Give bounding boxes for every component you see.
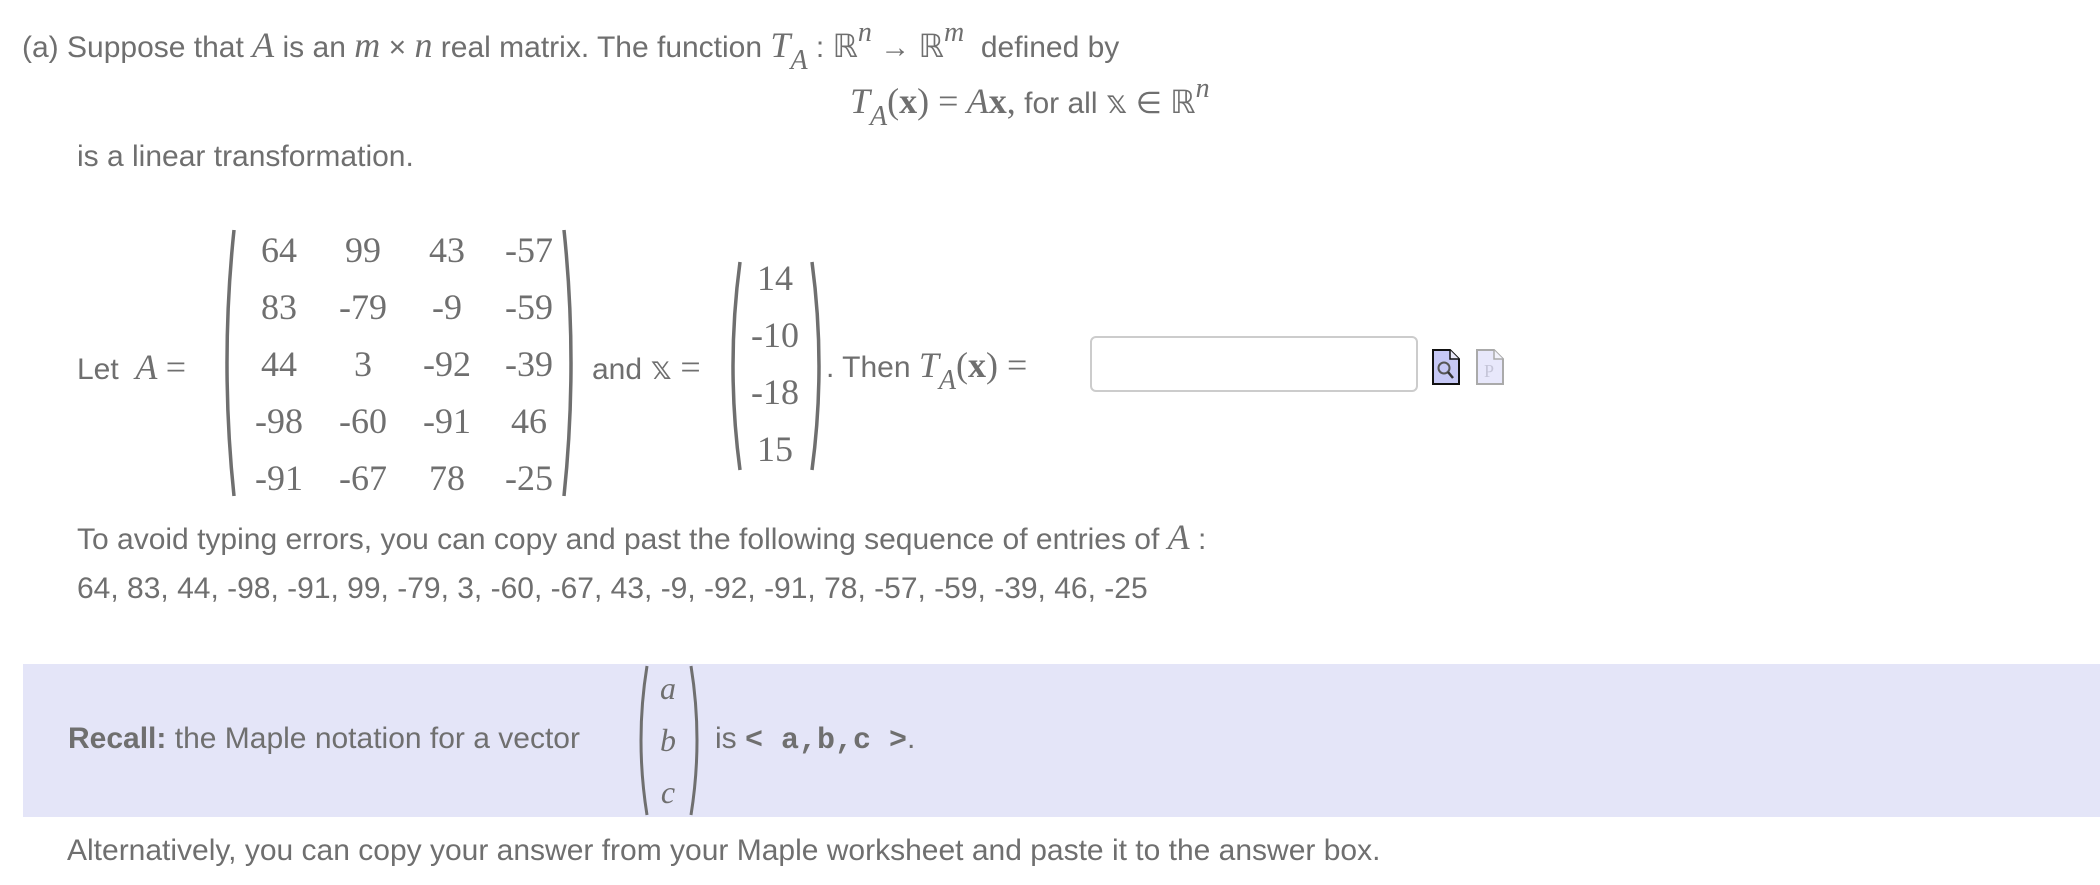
math-T: TA bbox=[770, 25, 808, 76]
intro-line: (a) Suppose that A is an m × n real matr… bbox=[22, 17, 1120, 76]
matrix-a-cell: -91 bbox=[423, 401, 471, 441]
definition-line: TA(x) = Ax, for all 𝕩 ∈ ℝn bbox=[850, 73, 1210, 132]
vector-x-right-paren bbox=[810, 261, 821, 471]
matrix-a-cell: -91 bbox=[255, 458, 303, 498]
matrix-a-cell: -79 bbox=[339, 287, 387, 327]
vector-x-cell: -18 bbox=[751, 372, 799, 412]
answer-input[interactable] bbox=[1090, 336, 1418, 392]
matrix-a-cell: 78 bbox=[429, 458, 465, 498]
part-label: (a) bbox=[22, 31, 59, 64]
matrix-a: 64 99 43 -57 83 -79 -9 -59 44 3 -92 -39 -98 -60 -91 46-… bbox=[238, 222, 570, 507]
recall-vector-cell: a bbox=[660, 670, 676, 706]
matrix-a-cell: 43 bbox=[429, 230, 465, 270]
recall-vector-cell: b bbox=[660, 722, 676, 758]
matrix-a-cell: -98 bbox=[255, 401, 303, 441]
recall-vector-cell: c bbox=[660, 774, 676, 810]
vector-x-left-paren bbox=[731, 261, 742, 471]
entry-sequence: 64, 83, 44, -98, -91, 99, -79, 3, -60, -… bbox=[77, 572, 1148, 605]
matrix-a-cell: 83 bbox=[261, 287, 297, 327]
matrix-a-cell: -67 bbox=[339, 458, 387, 498]
recall-notation-text: is < a,b,c >. bbox=[715, 722, 916, 758]
vector-x-cell: -10 bbox=[751, 315, 799, 355]
matrix-a-cell: 3 bbox=[354, 344, 372, 384]
matrix-a-cell: -39 bbox=[505, 344, 553, 384]
preview-button[interactable] bbox=[1432, 349, 1460, 393]
maple-syntax-button[interactable]: P bbox=[1476, 349, 1504, 393]
matrix-a-cell: -9 bbox=[432, 287, 462, 327]
copy-hint: To avoid typing errors, you can copy and… bbox=[77, 517, 1207, 557]
recall-text: Recall: the Maple notation for a vector bbox=[68, 722, 580, 755]
vector-x-cell: 15 bbox=[757, 429, 793, 469]
maple-syntax-icon: P bbox=[1476, 349, 1504, 385]
recall-vector-right-paren bbox=[689, 665, 699, 816]
matrix-a-cell: -57 bbox=[505, 230, 553, 270]
and-x-label: and 𝕩 = bbox=[592, 347, 701, 387]
recall-box: Recall: the Maple notation for a vector … bbox=[23, 664, 2100, 817]
recall-vector: abc bbox=[649, 662, 687, 818]
matrix-a-right-paren bbox=[562, 229, 573, 497]
matrix-a-cell: -60 bbox=[339, 401, 387, 441]
matrix-a-cell: 44 bbox=[261, 344, 297, 384]
matrix-a-cell: -59 bbox=[505, 287, 553, 327]
conclusion-text: is a linear transformation. bbox=[77, 140, 414, 173]
matrix-a-cell: -92 bbox=[423, 344, 471, 384]
preview-icon bbox=[1432, 349, 1460, 385]
then-label: . Then TA(x) = bbox=[826, 345, 1028, 396]
matrix-a-cell: -25 bbox=[505, 458, 553, 498]
svg-text:P: P bbox=[1484, 361, 1494, 381]
maple-notation: < a,b,c > bbox=[745, 724, 908, 758]
matrix-a-cell: 99 bbox=[345, 230, 381, 270]
footer-note: Alternatively, you can copy your answer … bbox=[67, 834, 1381, 867]
matrix-a-cell: 46 bbox=[511, 401, 547, 441]
matrix-a-left-paren bbox=[225, 229, 236, 497]
vector-x-cell: 14 bbox=[757, 258, 793, 298]
recall-label: Recall: bbox=[68, 722, 167, 755]
matrix-a-cell: 64 bbox=[261, 230, 297, 270]
let-label: Let A = bbox=[77, 347, 187, 387]
vector-x: 14 -10 -18 15 bbox=[742, 250, 808, 478]
